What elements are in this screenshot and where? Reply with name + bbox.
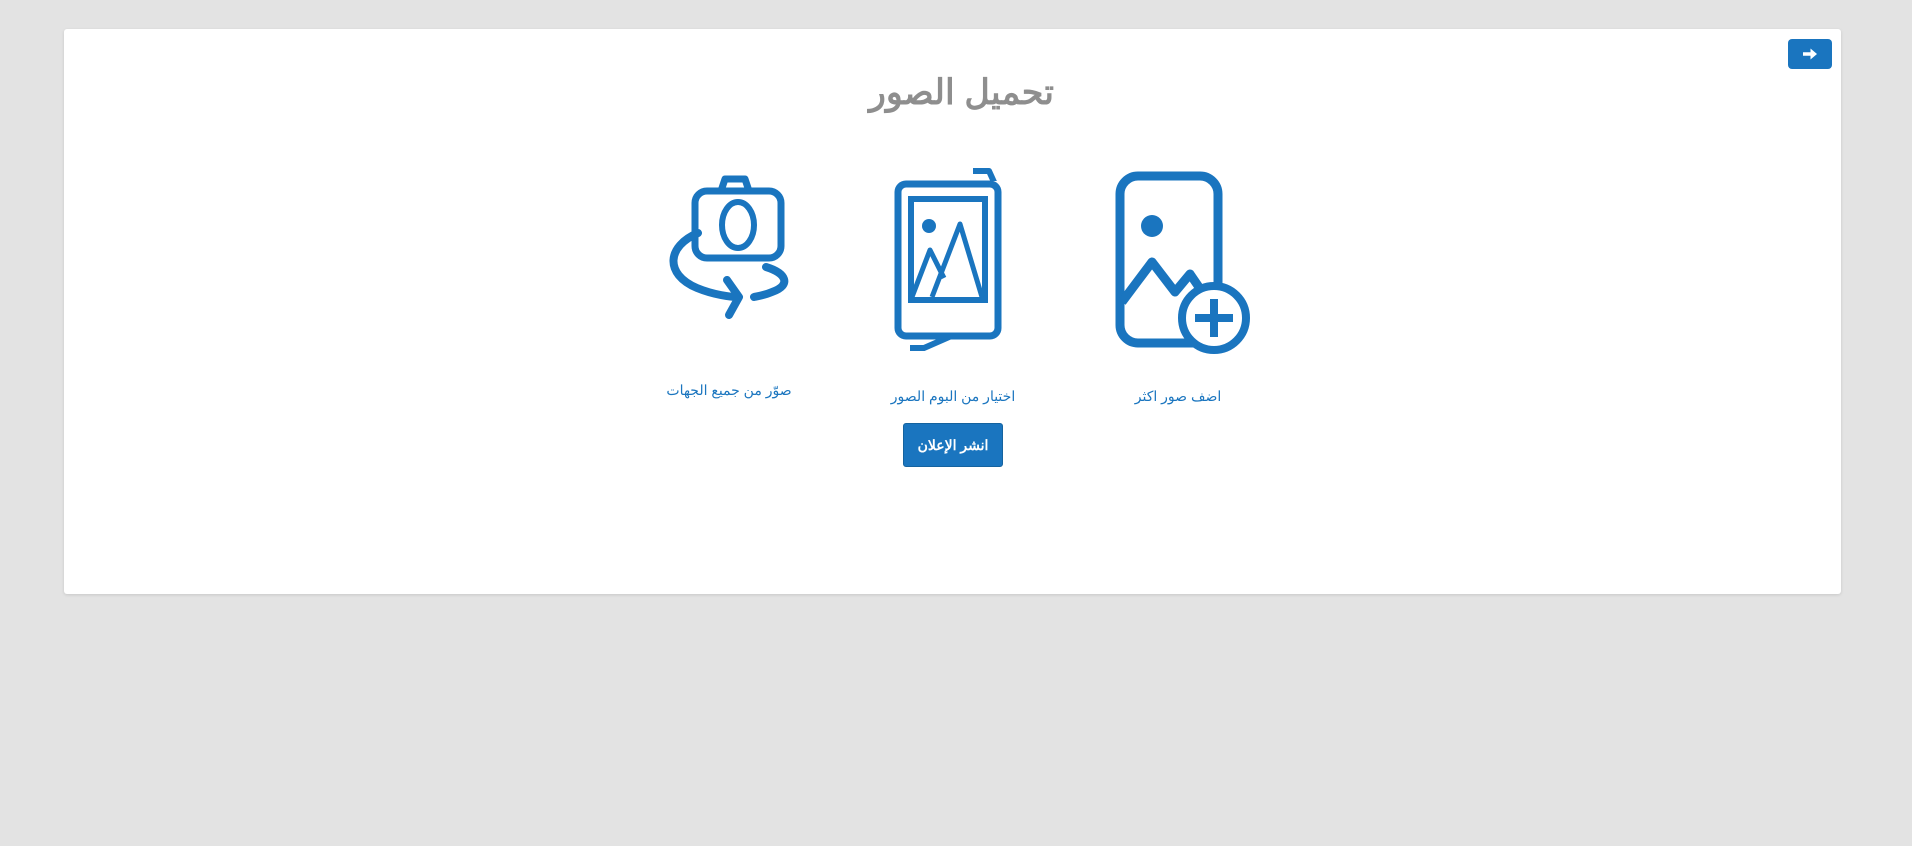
- choose-from-album-option[interactable]: اختيار من البوم الصور: [884, 164, 1024, 409]
- photo-album-icon: [894, 168, 1002, 351]
- add-more-photos-option[interactable]: اضف صور اكثر: [1110, 164, 1250, 409]
- page-title: تحميل الصور: [868, 73, 1055, 112]
- choose-from-album-label: اختيار من البوم الصور: [890, 388, 1016, 404]
- back-button[interactable]: [1788, 39, 1832, 69]
- rotate-camera-icon: [669, 175, 789, 319]
- add-image-icon: [1115, 171, 1250, 354]
- publish-ad-button[interactable]: انشر الإعلان: [903, 423, 1003, 467]
- upload-photos-card: تحميل الصور اضف صور اكثر اختيار من البوم…: [64, 29, 1841, 594]
- shoot-all-sides-option[interactable]: صوّر من جميع الجهات: [659, 164, 799, 409]
- add-more-photos-label: اضف صور اكثر: [1134, 388, 1222, 404]
- arrow-right-icon: [1803, 48, 1817, 60]
- shoot-all-sides-label: صوّر من جميع الجهات: [666, 382, 792, 398]
